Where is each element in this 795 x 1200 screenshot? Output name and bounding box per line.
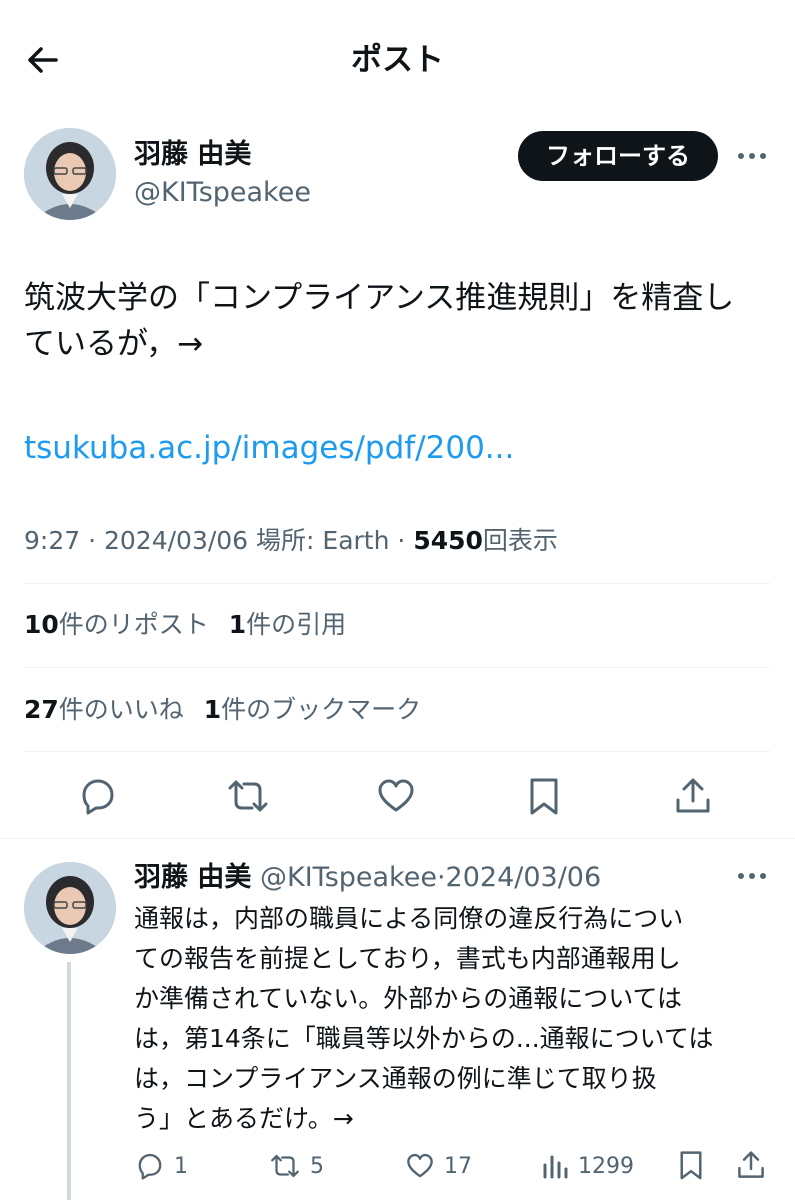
bookmark-button[interactable]: [522, 774, 566, 818]
bookmark-icon: [680, 1151, 702, 1180]
meta-separator: ·: [88, 526, 97, 555]
divider: [24, 751, 770, 752]
share-icon: [738, 1151, 764, 1178]
post-place: 場所: Earth: [256, 526, 390, 555]
reply-text-line: は，コンプライアンス通報の例に準じて取り扱: [134, 1064, 657, 1093]
avatar-photo: [24, 128, 116, 220]
like-count: 17: [444, 1153, 472, 1179]
stats-row-1: 10件のリポスト 1件の引用: [24, 606, 346, 644]
post-time[interactable]: 9:27: [24, 526, 80, 555]
more-horizontal-icon: [738, 153, 766, 159]
heart-icon: [407, 1153, 433, 1178]
reply-text-line: か準備されていない。外部からの通報については: [134, 984, 683, 1013]
reply-count: 1: [174, 1153, 188, 1179]
quotes-count: 1: [228, 610, 247, 639]
reply-avatar[interactable]: [24, 862, 116, 954]
reply-header: 羽藤 由美 @KITspeakee·2024/03/06: [134, 860, 601, 896]
reply-views-button[interactable]: 1299: [540, 1148, 634, 1184]
view-count: 1299: [578, 1153, 634, 1179]
reply-separator: ·: [436, 862, 446, 893]
heart-icon: [378, 779, 414, 812]
page-title: ポスト: [351, 42, 444, 78]
reply-button[interactable]: [76, 774, 120, 818]
reply-date[interactable]: 2024/03/06: [446, 862, 602, 893]
stats-row-2: 27件のいいね 1件のブックマーク: [24, 691, 421, 729]
divider: [24, 667, 770, 668]
divider: [24, 583, 770, 584]
share-button[interactable]: [671, 774, 715, 818]
reply-text-line: は，第14条に「職員等以外からの...通報については: [134, 1024, 714, 1053]
reply-author-handle[interactable]: @KITspeakee: [260, 862, 437, 893]
likes-stat[interactable]: 27件のいいね: [24, 695, 184, 724]
author-handle[interactable]: @KITspeakee: [134, 176, 311, 210]
likes-label: 件のいいね: [58, 695, 184, 724]
bookmarks-stat[interactable]: 1件のブックマーク: [204, 695, 421, 724]
reply-text-line: 通報は，内部の職員による同僚の違反行為につい: [134, 904, 684, 933]
reply-repost-button[interactable]: 5: [268, 1148, 324, 1184]
meta-separator: ·: [397, 526, 406, 555]
post-link[interactable]: tsukuba.ac.jp/images/pdf/200...: [24, 426, 514, 470]
reply-bookmark-button[interactable]: [674, 1148, 708, 1184]
reposts-stat[interactable]: 10件のリポスト: [24, 610, 209, 639]
reply-reply-button[interactable]: 1: [134, 1148, 188, 1184]
author-name[interactable]: 羽藤 由美: [134, 138, 251, 172]
reply-author-name[interactable]: 羽藤 由美: [134, 862, 251, 893]
more-button[interactable]: [734, 142, 770, 170]
repost-count: 5: [310, 1153, 324, 1179]
likes-count: 27: [24, 695, 59, 724]
follow-button[interactable]: フォローする: [518, 131, 718, 181]
repost-button[interactable]: [224, 774, 272, 818]
reply-text-line: う」とあるだけ。→: [134, 1104, 354, 1133]
reposts-count: 10: [24, 610, 59, 639]
avatar[interactable]: [24, 128, 116, 220]
reply-text-line: ての報告を前提としており，書式も内部通報用し: [134, 944, 681, 973]
post-text-line-1: 筑波大学の「コンプライアンス推進規則」を精査し: [24, 280, 735, 316]
divider: [0, 838, 795, 839]
like-button[interactable]: [374, 774, 418, 818]
bookmarks-label: 件のブックマーク: [221, 695, 422, 724]
reply-text: 通報は，内部の職員による同僚の違反行為につい ての報告を前提としており，書式も内…: [134, 899, 713, 1139]
reply-icon: [138, 1153, 162, 1180]
share-icon: [676, 778, 710, 813]
post-text-line-2: ているが，→: [24, 326, 204, 362]
reply-more-button[interactable]: [734, 862, 770, 890]
reposts-label: 件のリポスト: [58, 610, 209, 639]
view-count: 5450: [413, 526, 483, 555]
post-meta: 9:27 · 2024/03/06 場所: Earth · 5450回表示: [24, 523, 558, 559]
view-label: 回表示: [482, 526, 558, 555]
analytics-icon: [543, 1155, 568, 1179]
bookmark-icon: [530, 778, 558, 815]
quotes-label: 件の引用: [246, 610, 347, 639]
more-horizontal-icon: [738, 873, 766, 879]
repost-icon: [271, 1154, 299, 1178]
avatar-photo: [24, 862, 116, 954]
bookmarks-count: 1: [203, 695, 222, 724]
reply-like-button[interactable]: 17: [404, 1148, 472, 1184]
post-date[interactable]: 2024/03/06: [104, 526, 248, 555]
reply-icon: [82, 779, 114, 815]
reply-share-button[interactable]: [734, 1148, 768, 1184]
quotes-stat[interactable]: 1件の引用: [229, 610, 346, 639]
thread-line: [67, 962, 71, 1200]
repost-icon: [228, 780, 268, 812]
